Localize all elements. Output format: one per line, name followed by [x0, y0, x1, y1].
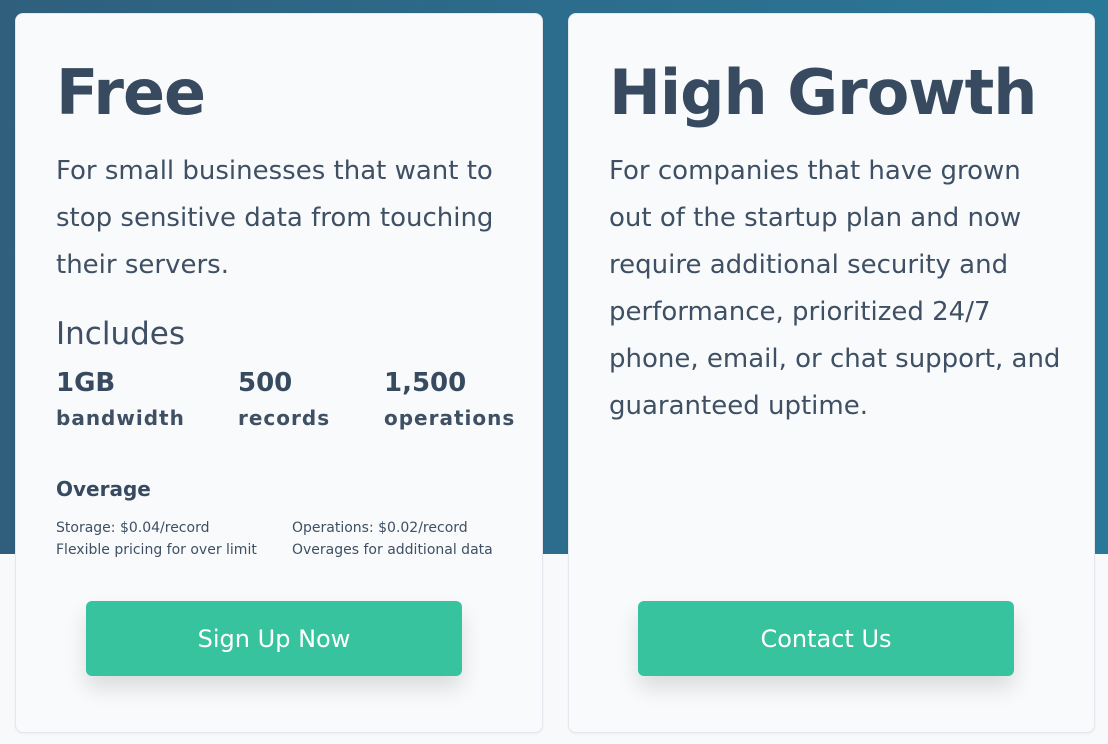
stat-unit: operations	[384, 406, 516, 430]
stat-unit: bandwidth	[56, 406, 185, 430]
stat-value: 1,500	[384, 368, 467, 398]
stat-unit: records	[238, 406, 331, 430]
overage-note: Flexible pricing for over limit	[56, 542, 257, 558]
overage-price: Storage: $0.04/record	[56, 520, 210, 536]
stat-operations: 1,500 operations	[384, 368, 515, 430]
stat-value: 500	[238, 368, 293, 398]
overage-heading: Overage	[56, 477, 151, 501]
plan-description: For companies that have grown out of the…	[609, 156, 1061, 421]
sign-up-now-button[interactable]: Sign Up Now	[86, 601, 462, 676]
plan-description: For small businesses that want to stop s…	[56, 156, 494, 280]
contact-us-button[interactable]: Contact Us	[638, 601, 1014, 676]
overage-storage: Storage: $0.04/record Flexible pricing f…	[56, 517, 257, 561]
overage-note: Overages for additional data	[292, 542, 493, 558]
overage-operations: Operations: $0.02/record Overages for ad…	[292, 517, 493, 561]
plan-card-free: Free For small businesses that want to s…	[15, 13, 543, 733]
overage-price: Operations: $0.02/record	[292, 520, 468, 536]
plan-card-high-growth: High Growth For companies that have grow…	[568, 13, 1095, 733]
plan-title: Free	[56, 56, 206, 129]
includes-heading: Includes	[56, 316, 185, 352]
plan-title: High Growth	[609, 56, 1037, 129]
stat-value: 1GB	[56, 368, 116, 398]
stat-bandwidth: 1GB bandwidth	[56, 368, 185, 430]
stat-records: 500 records	[238, 368, 330, 430]
